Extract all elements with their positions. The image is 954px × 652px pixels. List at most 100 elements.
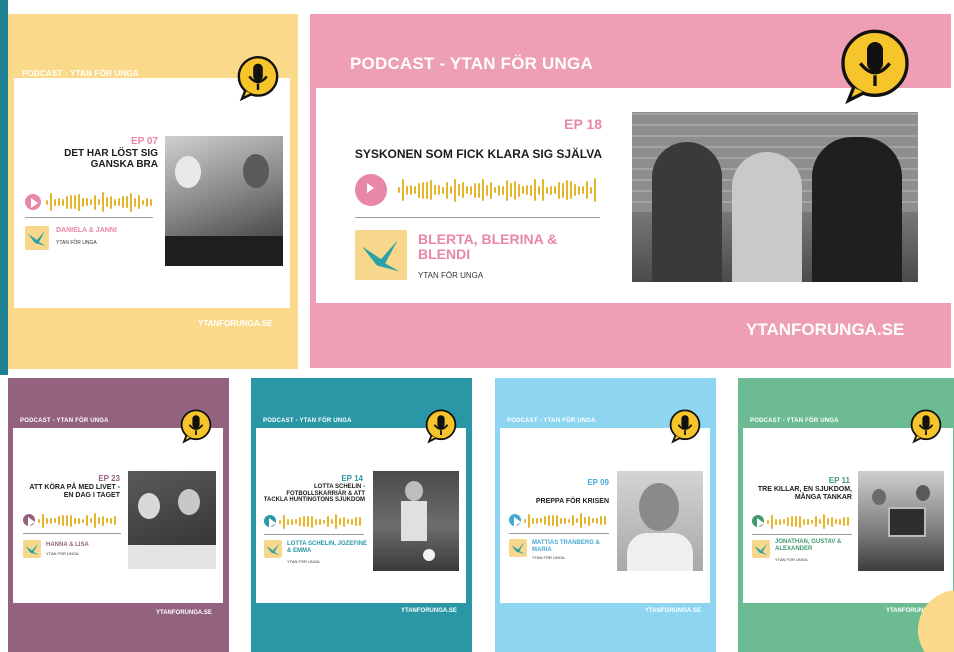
org-name: YTAN FÖR UNGA xyxy=(56,240,97,246)
waveform-bar xyxy=(70,514,72,527)
waveform-bar xyxy=(110,517,112,524)
waveform-bar xyxy=(454,178,456,202)
episode-card-ep07[interactable]: PODCAST - YTAN FÖR UNGA EP 07 DET HAR LÖ… xyxy=(8,14,298,369)
waveform-bar xyxy=(604,516,606,525)
episode-photo xyxy=(373,471,459,571)
episode-title: DET HAR LÖST SIG GANSKA BRA xyxy=(64,148,158,171)
waveform-bar xyxy=(494,187,496,193)
waveform-bar xyxy=(584,517,586,524)
waveform-bar xyxy=(502,185,504,195)
waveform-bar xyxy=(446,181,448,199)
waveform-bar xyxy=(462,182,464,198)
waveform-bar xyxy=(803,518,805,525)
waveform-bar xyxy=(498,184,500,196)
episode-number: EP 11 xyxy=(828,476,850,485)
bird-logo-icon xyxy=(264,540,282,558)
bird-logo-icon xyxy=(355,230,407,280)
episode-card-ep09[interactable]: PODCAST - YTAN FÖR UNGA EP 09 PREPPA FÖR… xyxy=(495,378,716,652)
waveform-bar xyxy=(572,515,574,526)
waveform-bar xyxy=(540,518,542,523)
waveform-bar xyxy=(582,186,584,194)
waveform-bar xyxy=(458,184,460,196)
waveform-bar xyxy=(327,516,329,527)
episode-number: EP 09 xyxy=(587,478,609,487)
microphone-icon xyxy=(841,29,909,105)
waveform-bar xyxy=(548,515,550,526)
waveform-bar xyxy=(827,518,829,525)
waveform-bar xyxy=(542,179,544,201)
play-icon[interactable] xyxy=(752,515,764,529)
waveform-bar xyxy=(54,198,56,206)
play-icon[interactable] xyxy=(264,515,276,529)
episode-number: EP 07 xyxy=(130,136,158,147)
waveform-bar xyxy=(823,514,825,529)
waveform-bar xyxy=(98,199,100,205)
waveform-bar xyxy=(114,198,116,206)
waveform-bar xyxy=(546,186,548,194)
waveform-bar xyxy=(86,198,88,206)
waveform-bar xyxy=(134,197,136,207)
waveform-bar xyxy=(490,181,492,199)
episode-card-ep14[interactable]: PODCAST - YTAN FÖR UNGA EP 14 LOTTA SCHE… xyxy=(251,378,472,652)
waveform-bar xyxy=(819,519,821,524)
audio-waveform xyxy=(767,514,851,529)
card-header: PODCAST - YTAN FÖR UNGA xyxy=(22,69,139,78)
waveform-bar xyxy=(118,198,120,206)
waveform-bar xyxy=(771,514,773,529)
waveform-bar xyxy=(86,515,88,526)
waveform-bar xyxy=(339,518,341,525)
waveform-bar xyxy=(474,182,476,198)
org-name: YTAN FÖR UNGA xyxy=(532,555,565,560)
card-header: PODCAST - YTAN FÖR UNGA xyxy=(20,418,109,424)
card-header: PODCAST - YTAN FÖR UNGA xyxy=(350,54,593,73)
play-icon[interactable] xyxy=(23,514,35,528)
waveform-bar xyxy=(291,518,293,525)
waveform-bar xyxy=(311,515,313,528)
play-icon[interactable] xyxy=(355,174,387,206)
waveform-bar xyxy=(406,185,408,195)
episode-number: EP 23 xyxy=(98,474,120,483)
waveform-bar xyxy=(442,186,444,194)
waveform-bar xyxy=(130,192,132,212)
waveform-bar xyxy=(410,185,412,195)
microphone-icon xyxy=(180,409,212,444)
waveform-bar xyxy=(66,515,68,526)
waveform-bar xyxy=(544,516,546,525)
waveform-bar xyxy=(839,518,841,525)
waveform-bar xyxy=(335,514,337,529)
episode-card-ep11[interactable]: PODCAST - YTAN FÖR UNGA EP 11 TRE KILLAR… xyxy=(738,378,954,652)
waveform-bar xyxy=(560,517,562,524)
card-header: PODCAST - YTAN FÖR UNGA xyxy=(750,418,839,424)
waveform-bar xyxy=(434,185,436,195)
episode-card-ep23[interactable]: PODCAST - YTAN FÖR UNGA EP 23 ATT KÖRA P… xyxy=(8,378,229,652)
waveform-bar xyxy=(564,517,566,524)
divider xyxy=(264,534,364,535)
footer-url: ytanforunga.se xyxy=(156,610,212,616)
play-icon[interactable] xyxy=(25,194,41,210)
waveform-bar xyxy=(82,518,84,523)
waveform-bar xyxy=(586,181,588,199)
waveform-bar xyxy=(532,517,534,524)
divider xyxy=(752,534,852,535)
waveform-bar xyxy=(779,518,781,525)
waveform-bar xyxy=(550,185,552,195)
waveform-bar xyxy=(787,517,789,526)
waveform-bar xyxy=(138,195,140,209)
waveform-bar xyxy=(307,516,309,527)
waveform-bar xyxy=(466,186,468,194)
audio-waveform xyxy=(398,178,598,202)
waveform-bar xyxy=(578,185,580,195)
waveform-bar xyxy=(78,193,80,211)
waveform-bar xyxy=(558,181,560,199)
card-header: PODCAST - YTAN FÖR UNGA xyxy=(263,418,352,424)
bird-logo-icon xyxy=(752,540,770,558)
episode-photo xyxy=(617,471,703,571)
play-icon[interactable] xyxy=(509,514,521,528)
episode-card-ep18[interactable]: PODCAST - YTAN FÖR UNGA EP 18 SYSKONEN S… xyxy=(310,14,951,368)
waveform-bar xyxy=(767,519,769,524)
divider xyxy=(355,217,600,218)
waveform-bar xyxy=(46,517,48,524)
footer-url: ytanforunga.se xyxy=(401,608,457,614)
left-edge-strip xyxy=(0,0,8,375)
waveform-bar xyxy=(66,195,68,209)
